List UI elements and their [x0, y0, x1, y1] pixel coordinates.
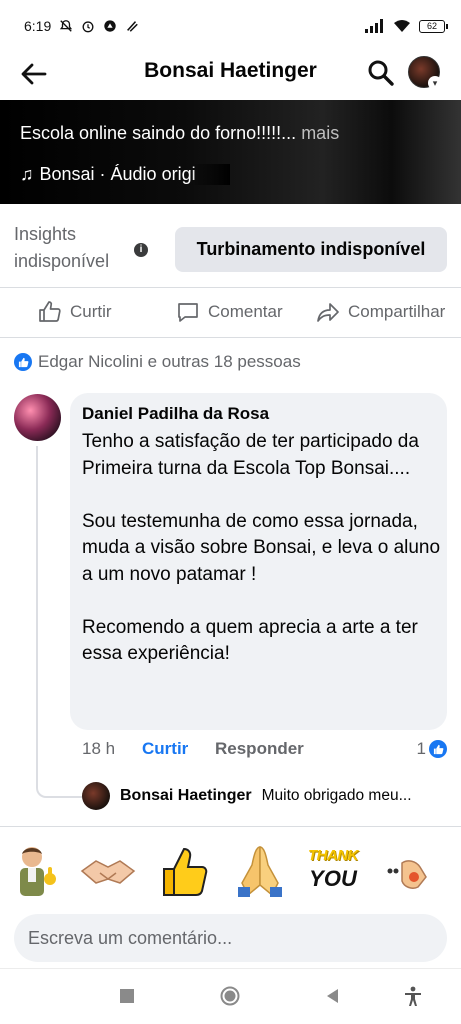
post-actions: Curtir Comentar Compartilhar	[0, 288, 461, 338]
thank-you-sticker-icon[interactable]: THANK YOU	[302, 847, 364, 893]
page-header: Bonsai Haetinger ▾	[0, 52, 461, 100]
comment-text: Tenho a satisfação de ter participado da…	[82, 431, 441, 664]
video-caption: Escola online saindo do forno!!!!!... ma…	[20, 123, 339, 144]
like-count-value: 1	[416, 739, 426, 758]
wifi-icon	[394, 20, 410, 32]
caption-text: Escola online saindo do forno!!!!!...	[20, 123, 297, 143]
boost-button[interactable]: Turbinamento indisponível	[175, 227, 447, 272]
profile-avatar[interactable]: ▾	[408, 56, 442, 90]
audio-label: Bonsai · Áudio origi	[39, 164, 196, 184]
share-button[interactable]: Compartilhar	[316, 300, 445, 324]
search-icon[interactable]	[366, 58, 396, 88]
thank-you-line-1: THANK	[308, 847, 359, 864]
share-label: Compartilhar	[348, 302, 446, 321]
comment-button[interactable]: Comentar	[176, 300, 283, 324]
hand-sticker-icon[interactable]	[380, 841, 440, 901]
comment-input[interactable]: Escreva um comentário...	[14, 914, 447, 962]
insights-label: Insights indisponível	[14, 224, 110, 271]
recent-apps-icon[interactable]	[116, 985, 138, 1007]
clock: 6:19	[24, 18, 52, 34]
status-bar: 6:19 62	[0, 0, 461, 52]
system-nav-bar	[0, 968, 461, 1024]
like-button[interactable]: Curtir	[38, 300, 112, 324]
back-triangle-icon[interactable]	[322, 985, 344, 1007]
reply-preview[interactable]: Bonsai Haetinger Muito obrigado meu...	[82, 781, 452, 811]
back-arrow-icon[interactable]	[18, 58, 50, 90]
alarm-icon	[82, 21, 94, 33]
reply-author: Bonsai Haetinger	[120, 787, 252, 804]
home-icon[interactable]	[219, 985, 241, 1007]
comment-like-count[interactable]: 1	[417, 739, 447, 759]
comment-reply-button[interactable]: Responder	[215, 739, 304, 759]
man-thumbs-up-sticker-icon[interactable]	[6, 841, 66, 901]
like-reaction-icon	[14, 353, 32, 371]
like-label: Curtir	[70, 302, 112, 321]
insights-row: Insights indisponível i Turbinamento ind…	[0, 204, 461, 288]
reactions-text: Edgar Nicolini e outras 18 pessoas	[38, 352, 301, 371]
handshake-sticker-icon[interactable]	[78, 841, 138, 901]
commenter-avatar[interactable]	[14, 394, 61, 441]
app-notification-icon	[127, 21, 139, 32]
thank-you-line-2: YOU	[309, 866, 357, 891]
comment-label: Comentar	[208, 302, 283, 321]
video-preview[interactable]: Escola online saindo do forno!!!!!... ma…	[0, 100, 461, 204]
vpn-icon	[104, 20, 116, 32]
see-more-link[interactable]: mais	[301, 123, 339, 143]
accessibility-icon[interactable]	[402, 985, 424, 1007]
thumbs-up-sticker-icon[interactable]	[154, 841, 214, 901]
reply-avatar	[82, 782, 110, 810]
chevron-down-icon: ▾	[428, 76, 442, 90]
reply-text: Muito obrigado meu...	[261, 787, 412, 804]
praying-hands-sticker-icon[interactable]	[230, 841, 290, 901]
thumbs-up-icon	[39, 301, 61, 322]
comment-meta: 18 h Curtir Responder 1	[82, 739, 447, 761]
comment-timestamp: 18 h	[82, 739, 116, 758]
notifications-off-icon	[60, 20, 73, 32]
text-fade	[190, 164, 230, 185]
music-note-icon: ♫	[20, 164, 34, 184]
battery-icon: 62	[419, 19, 448, 33]
reactions-summary[interactable]: Edgar Nicolini e outras 18 pessoas	[14, 352, 301, 372]
comment-icon	[178, 303, 198, 322]
like-reaction-icon	[429, 740, 447, 758]
sticker-tray: THANK YOU	[0, 826, 461, 912]
comment-like-button[interactable]: Curtir	[142, 739, 188, 759]
info-icon[interactable]: i	[134, 243, 148, 257]
signal-icon	[365, 19, 383, 33]
share-icon	[317, 303, 339, 322]
comment-bubble[interactable]: Daniel Padilha da Rosa Tenho a satisfaçã…	[70, 393, 447, 730]
audio-attribution[interactable]: ♫ Bonsai · Áudio origi	[20, 164, 230, 185]
comment-author[interactable]: Daniel Padilha da Rosa	[82, 404, 269, 424]
